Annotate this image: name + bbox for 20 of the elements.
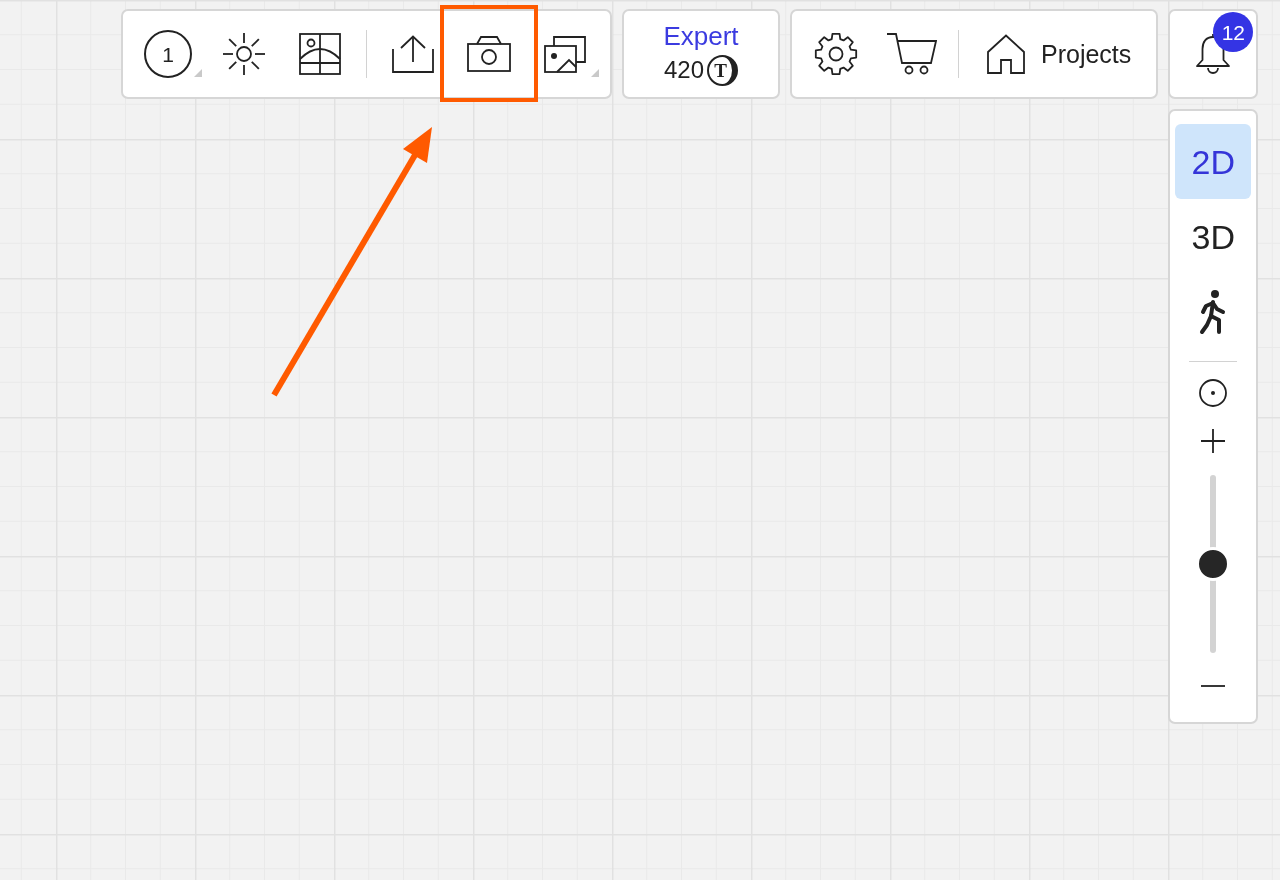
- cart-icon: [887, 33, 937, 75]
- plan-link[interactable]: Expert: [663, 22, 739, 49]
- level-selector-button[interactable]: 1: [144, 30, 192, 78]
- upload-icon: [392, 35, 434, 73]
- floor-plan-icon: [299, 33, 341, 75]
- camera-icon: [467, 36, 511, 72]
- currency-symbol: T: [707, 54, 738, 86]
- gear-icon: [814, 32, 858, 76]
- view-mode-tab[interactable]: 3D: [1175, 199, 1252, 274]
- images-icon: [544, 35, 586, 73]
- view-mode-tab[interactable]: 2D: [1175, 124, 1252, 199]
- house-icon: [987, 34, 1025, 74]
- coin-balance: 420: [663, 58, 704, 82]
- minus-icon: [1201, 685, 1226, 687]
- notification-badge: 12: [1213, 12, 1254, 52]
- notifications-button[interactable]: 12: [1168, 9, 1259, 99]
- sun-icon: [222, 32, 266, 76]
- target-icon: [1198, 378, 1229, 408]
- plus-icon: [1201, 429, 1226, 453]
- projects-button[interactable]: Projects: [970, 19, 1148, 89]
